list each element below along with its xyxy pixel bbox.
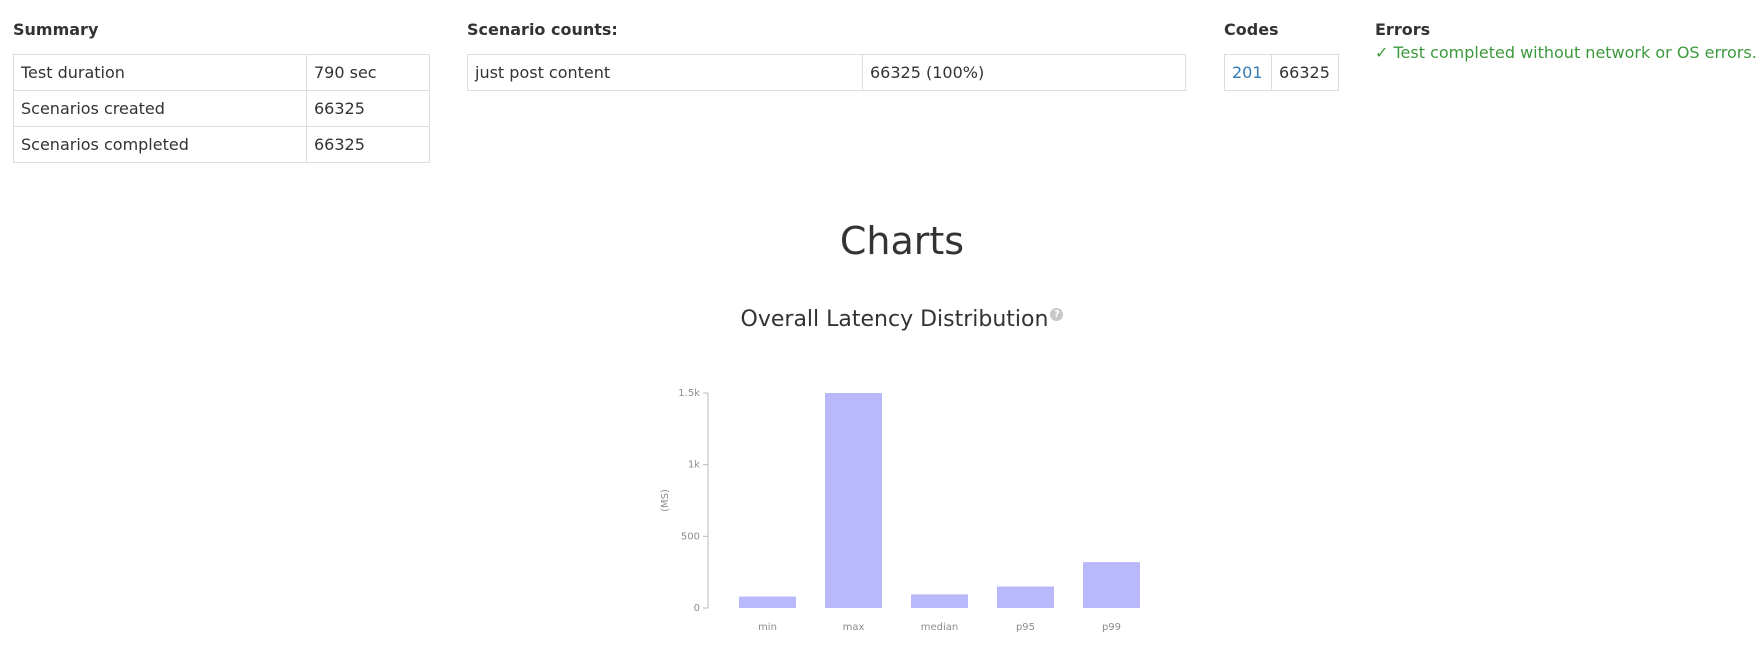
bar-min [739,596,796,608]
bar-median [911,594,968,608]
x-tick-label: min [758,622,777,633]
bar-max [825,393,882,608]
y-axis-label: (MS) [660,489,671,512]
bar-p99 [1083,562,1140,608]
x-tick-label: median [921,622,959,633]
x-tick-label: max [843,622,865,633]
y-tick-label: 0 [694,603,700,614]
x-tick-label: p95 [1016,622,1035,633]
y-tick-label: 1k [688,460,700,471]
y-tick-label: 500 [681,531,700,542]
x-tick-label: p99 [1102,622,1121,633]
y-tick-label: 1.5k [678,388,700,399]
latency-chart: 0 500 1k 1.5k (MS) min max median p95 p99 [660,388,1140,633]
bar-p95 [997,586,1054,608]
